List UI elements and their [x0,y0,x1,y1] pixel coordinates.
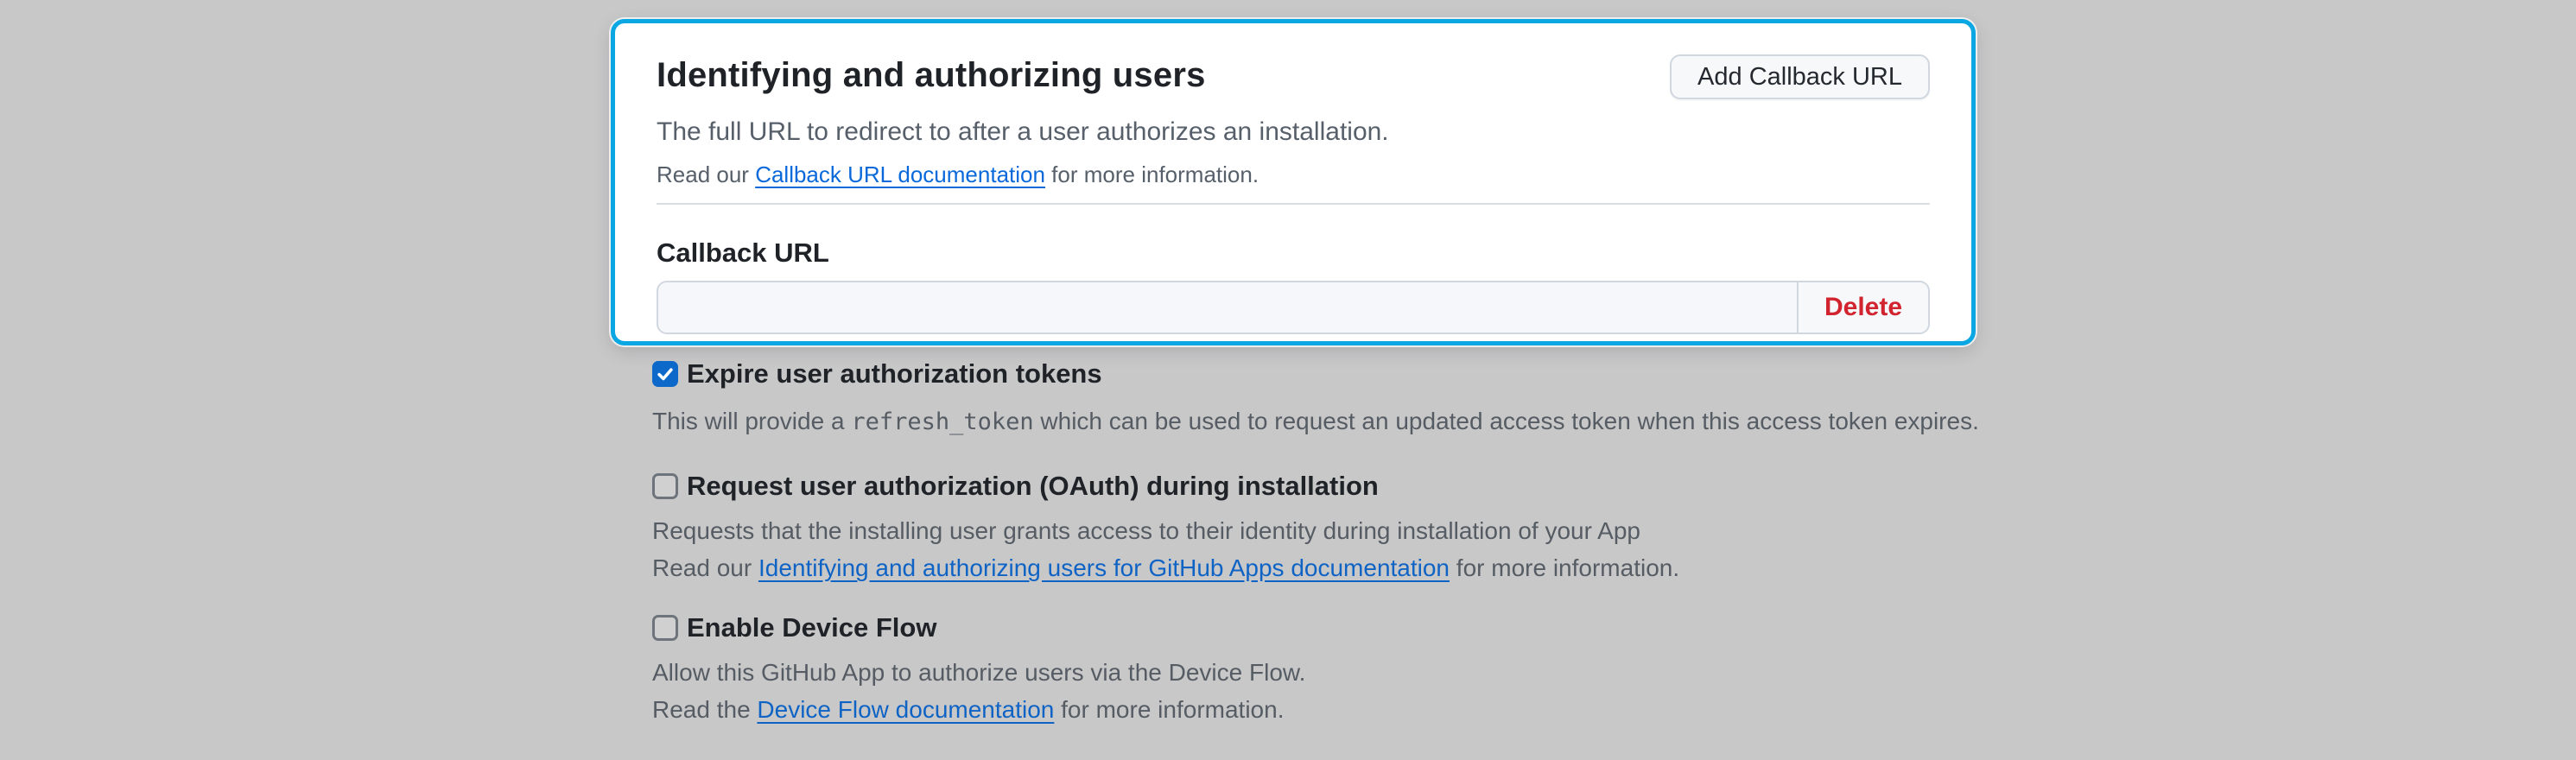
callback-doc-note: Read our Callback URL documentation for … [657,160,1930,189]
doc-note-prefix: Read the [652,696,757,723]
request-oauth-label[interactable]: Request user authorization (OAuth) durin… [687,469,1379,504]
panel-description: The full URL to redirect to after a user… [657,117,1930,148]
identifying-users-doc-link[interactable]: Identifying and authorizing users for Gi… [758,554,1450,581]
device-flow-doc-note: Read the Device Flow documentation for m… [652,691,2034,728]
option-row: Request user authorization (OAuth) durin… [652,467,2034,505]
device-flow-doc-link[interactable]: Device Flow documentation [757,696,1054,723]
request-oauth-doc-note: Read our Identifying and authorizing use… [652,549,2034,586]
doc-note-prefix: Read our [652,554,758,581]
device-flow-checkbox[interactable] [652,615,678,641]
doc-note-suffix: for more information. [1450,554,1679,581]
delete-callback-url-button[interactable]: Delete [1797,282,1928,332]
page-background: Identifying and authorizing users Add Ca… [0,0,2576,760]
option-device-flow: Enable Device Flow Allow this GitHub App… [652,609,2034,728]
note-text: which can be used to request an updated … [1034,408,1979,434]
callback-url-input-group: Delete [657,281,1930,334]
doc-note-suffix: for more information. [1045,162,1259,187]
expire-tokens-label[interactable]: Expire user authorization tokens [687,357,1102,391]
add-callback-url-button[interactable]: Add Callback URL [1670,54,1930,99]
option-row: Enable Device Flow [652,609,2034,647]
callback-url-doc-link[interactable]: Callback URL documentation [755,162,1045,187]
option-row: Expire user authorization tokens [652,355,2034,393]
device-flow-label[interactable]: Enable Device Flow [687,611,936,645]
option-request-oauth: Request user authorization (OAuth) durin… [652,467,2034,586]
device-flow-note: Allow this GitHub App to authorize users… [652,654,2034,691]
callback-url-panel: Identifying and authorizing users Add Ca… [611,19,1976,345]
request-oauth-checkbox[interactable] [652,473,678,499]
doc-note-prefix: Read our [657,162,755,187]
callback-url-input[interactable] [658,282,1797,332]
panel-title: Identifying and authorizing users [657,54,1206,96]
refresh-token-code: refresh_token [851,408,1033,435]
checkmark-icon [656,364,675,383]
request-oauth-note: Requests that the installing user grants… [652,512,2034,549]
option-expire-tokens: Expire user authorization tokens This wi… [652,355,2034,440]
doc-note-suffix: for more information. [1054,696,1284,723]
panel-header: Identifying and authorizing users Add Ca… [657,54,1930,99]
expire-tokens-note: This will provide a refresh_token which … [652,404,2034,440]
note-text: This will provide a [652,408,851,434]
authorization-options: Expire user authorization tokens This wi… [652,355,2034,728]
callback-url-field-label: Callback URL [657,236,1930,270]
expire-tokens-checkbox[interactable] [652,361,678,387]
section-divider [657,203,1930,205]
